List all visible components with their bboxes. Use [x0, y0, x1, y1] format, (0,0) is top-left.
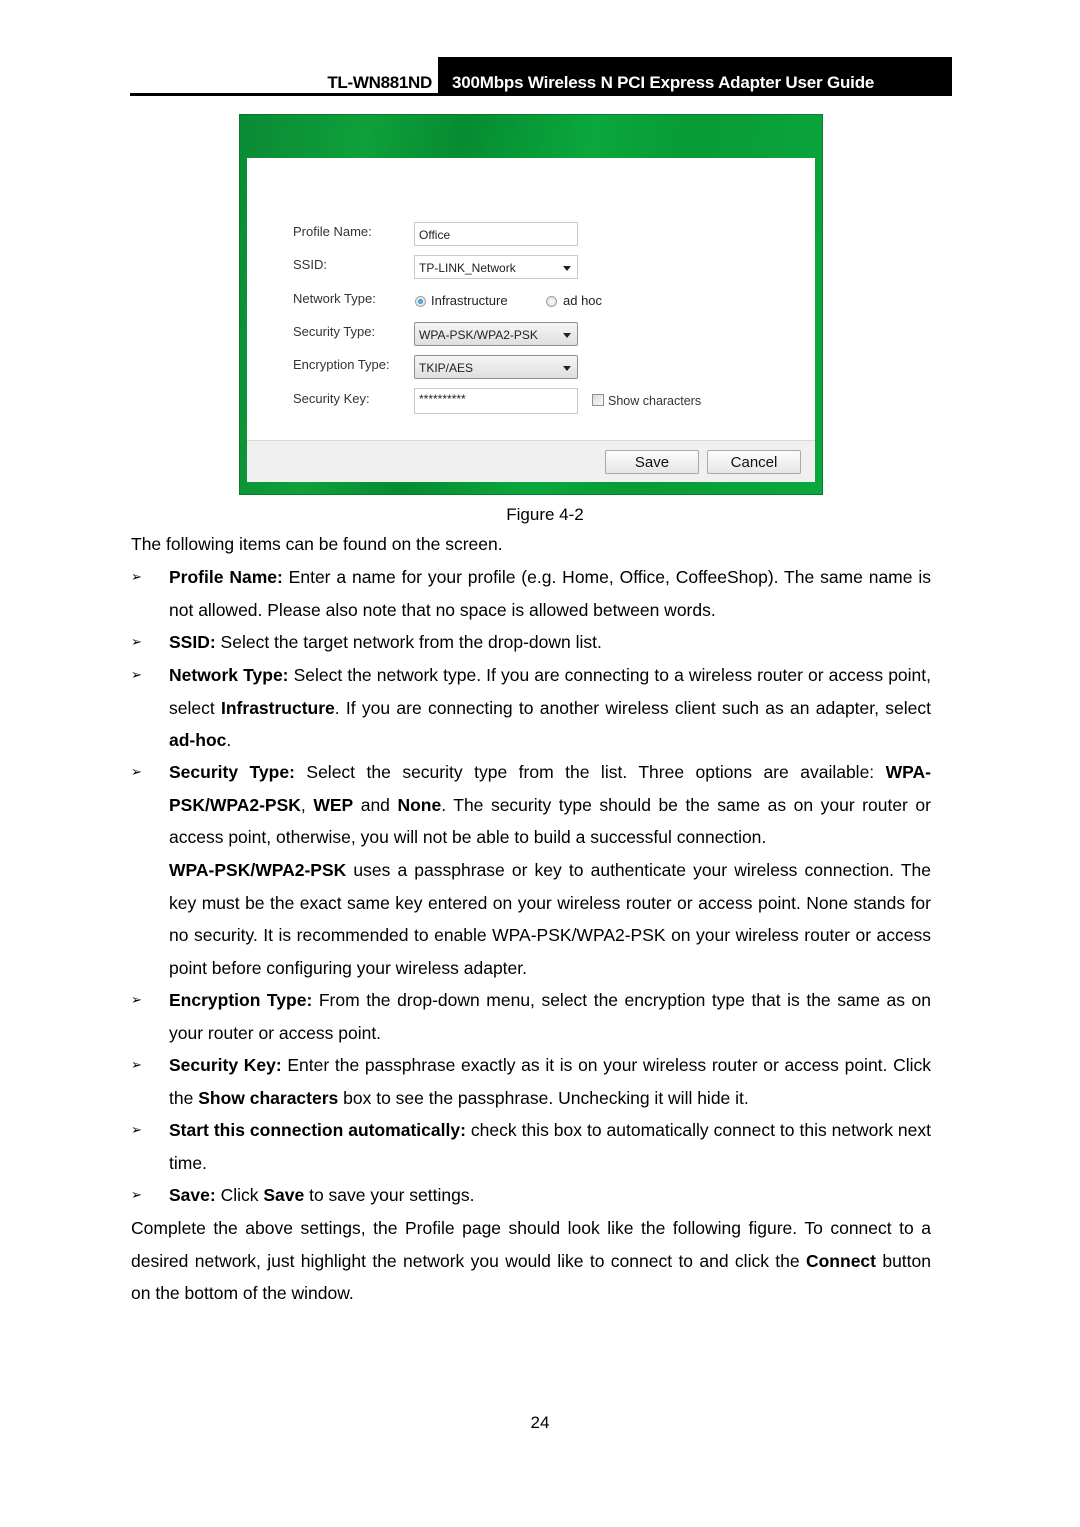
- item-text: Select the target network from the drop-…: [215, 632, 602, 652]
- header-title-box: 300Mbps Wireless N PCI Express Adapter U…: [438, 57, 952, 96]
- item-term: Security Type:: [169, 762, 295, 782]
- security-key-input[interactable]: **********: [414, 388, 578, 414]
- list-item: ➢ Start this connection automatically: c…: [131, 1114, 931, 1179]
- product-model: TL-WN881ND: [327, 73, 432, 92]
- item-term: Encryption Type:: [169, 990, 313, 1010]
- infrastructure-radio[interactable]: [415, 296, 426, 307]
- bullet-arrow-icon: ➢: [131, 1057, 142, 1072]
- item-emphasis: Save: [263, 1185, 305, 1205]
- item-emphasis: Show characters: [198, 1087, 339, 1108]
- item-text: ,: [300, 794, 314, 815]
- security-key-value: **********: [419, 392, 466, 406]
- encryption-type-select[interactable]: TKIP/AES: [414, 355, 578, 379]
- list-item: ➢ Encryption Type: From the drop-down me…: [131, 984, 931, 1049]
- figure-caption-text: Figure 4-2: [506, 505, 584, 524]
- infrastructure-label[interactable]: Infrastructure: [431, 293, 508, 308]
- profile-name-value: Office: [419, 228, 451, 242]
- item-emphasis: WPA-PSK/WPA2-PSK: [169, 860, 347, 880]
- item-text: . If you are connecting to another wirel…: [334, 697, 931, 718]
- chevron-down-icon[interactable]: [563, 366, 571, 371]
- adhoc-radio[interactable]: [546, 296, 557, 307]
- list-item: ➢ SSID: Select the target network from t…: [131, 626, 931, 659]
- bullet-arrow-icon: ➢: [131, 992, 142, 1007]
- list-item: ➢ Save: Click Save to save your settings…: [131, 1179, 931, 1212]
- header-rule: [130, 93, 952, 96]
- list-item: ➢ Network Type: Select the network type.…: [131, 659, 931, 757]
- save-button[interactable]: Save: [605, 450, 699, 474]
- profile-name-input[interactable]: Office: [414, 222, 578, 246]
- ssid-label: SSID:: [293, 257, 327, 272]
- security-type-value: WPA-PSK/WPA2-PSK: [419, 328, 538, 342]
- encryption-type-value: TKIP/AES: [419, 361, 474, 375]
- chevron-down-icon[interactable]: [563, 333, 571, 338]
- show-characters-label[interactable]: Show characters: [608, 394, 701, 408]
- page-header: TL-WN881ND 300Mbps Wireless N PCI Expres…: [130, 57, 952, 96]
- security-key-label: Security Key:: [293, 391, 370, 406]
- item-text: box to see the passphrase. Unchecking it…: [338, 1087, 749, 1108]
- item-emphasis: ad-hoc: [169, 730, 227, 750]
- security-type-select[interactable]: WPA-PSK/WPA2-PSK: [414, 322, 578, 346]
- item-term: Profile Name:: [169, 567, 283, 587]
- bullet-arrow-icon: ➢: [131, 1122, 142, 1137]
- item-text: Select the security type from the list. …: [294, 762, 886, 782]
- item-text: to save your settings.: [304, 1185, 475, 1205]
- item-text: and: [353, 794, 398, 815]
- profile-dialog-figure: Profile Name: Office SSID: TP-LINK_Netwo…: [239, 114, 823, 495]
- profile-name-label: Profile Name:: [293, 224, 372, 239]
- item-term: Security Key:: [169, 1055, 282, 1075]
- dialog-body: Profile Name: Office SSID: TP-LINK_Netwo…: [247, 158, 815, 482]
- encryption-type-label: Encryption Type:: [293, 357, 390, 372]
- bullet-arrow-icon: ➢: [131, 569, 142, 584]
- security-type-label: Security Type:: [293, 324, 376, 339]
- list-item: ➢ Profile Name: Enter a name for your pr…: [131, 561, 931, 626]
- bullet-arrow-icon: ➢: [131, 764, 142, 779]
- network-type-label: Network Type:: [293, 291, 376, 306]
- closing-paragraph: Complete the above settings, the Profile…: [131, 1212, 931, 1310]
- item-text: .: [226, 730, 232, 750]
- item-text: Enter a name for your profile (e.g. Home…: [169, 567, 931, 620]
- chevron-down-icon[interactable]: [563, 266, 571, 271]
- bullet-arrow-icon: ➢: [131, 667, 142, 682]
- item-term: SSID:: [169, 632, 216, 652]
- page-number: 24: [530, 1413, 550, 1432]
- bullet-arrow-icon: ➢: [131, 634, 142, 649]
- bullet-arrow-icon: ➢: [131, 1187, 142, 1202]
- ssid-combobox[interactable]: TP-LINK_Network: [414, 255, 578, 279]
- item-term: Network Type:: [169, 665, 289, 685]
- show-characters-checkbox[interactable]: [592, 394, 604, 406]
- item-text: Click: [215, 1185, 264, 1205]
- figure-caption: Figure 4-2: [0, 505, 1080, 525]
- closing-emphasis: Connect: [805, 1250, 876, 1271]
- item-emphasis: WEP: [313, 794, 354, 815]
- item-term: Start this connection automatically:: [169, 1120, 466, 1140]
- guide-title: 300Mbps Wireless N PCI Express Adapter U…: [452, 73, 875, 92]
- cancel-button[interactable]: Cancel: [707, 450, 801, 474]
- item-emphasis: Infrastructure: [221, 697, 335, 718]
- adhoc-label[interactable]: ad hoc: [563, 293, 602, 308]
- intro-paragraph: The following items can be found on the …: [131, 534, 503, 554]
- item-emphasis: None: [397, 794, 442, 815]
- item-term: Save:: [169, 1185, 216, 1205]
- ssid-value: TP-LINK_Network: [419, 261, 516, 275]
- security-type-detail: WPA-PSK/WPA2-PSK uses a passphrase or ke…: [169, 854, 931, 984]
- dialog-footer: Save Cancel: [247, 440, 815, 482]
- list-item: ➢ Security Key: Enter the passphrase exa…: [131, 1049, 931, 1114]
- list-item: ➢ Security Type: Select the security typ…: [131, 756, 931, 854]
